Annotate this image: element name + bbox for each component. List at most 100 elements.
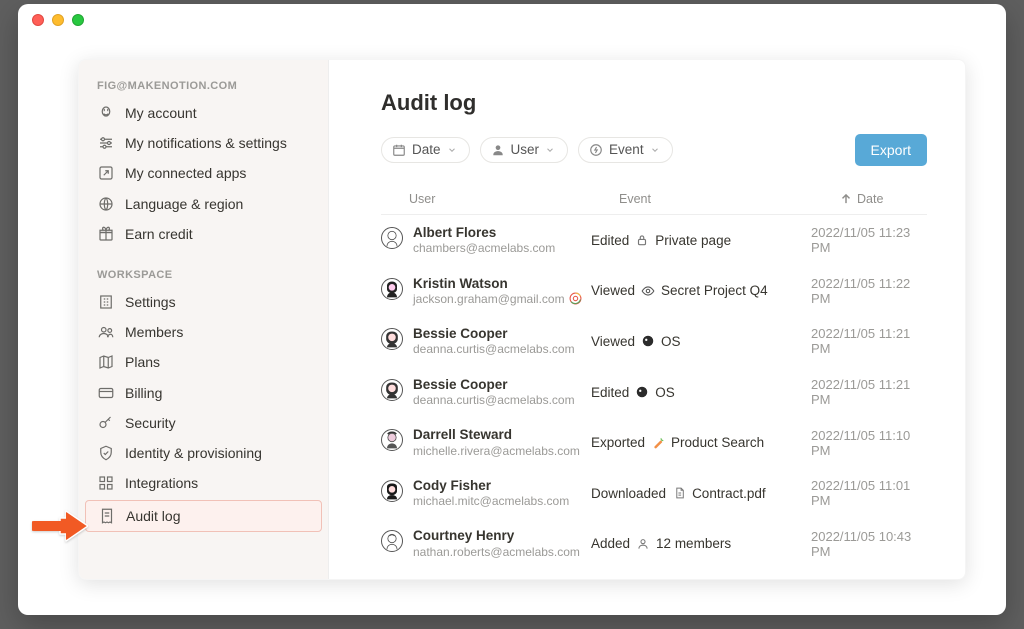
blackdot-icon xyxy=(641,334,655,348)
content: Audit log Date User Event xyxy=(329,60,965,579)
user-email: nathan.roberts@acmelabs.com xyxy=(413,545,580,559)
chevron-down-icon xyxy=(650,145,660,155)
event-verb: Added xyxy=(591,536,630,551)
calendar-icon xyxy=(392,143,406,157)
user-name: Bessie Cooper xyxy=(413,326,575,342)
lightning-icon xyxy=(589,143,603,157)
event-cell: Edited OS xyxy=(591,385,811,400)
event-target: 12 members xyxy=(656,536,731,551)
people-icon xyxy=(97,323,115,341)
user-email: michael.mitc@acmelabs.com xyxy=(413,494,569,508)
callout-arrow xyxy=(32,508,88,544)
table-body: Albert Flores chambers@acmelabs.com Edit… xyxy=(381,215,927,569)
sidebar-item-label: Settings xyxy=(125,293,176,311)
filter-event[interactable]: Event xyxy=(578,137,673,163)
sidebar-item-label: My connected apps xyxy=(125,164,246,182)
table-row[interactable]: Courtney Henry nathan.roberts@acmelabs.c… xyxy=(381,518,927,569)
table-row[interactable]: Kristin Watson jackson.graham@gmail.com … xyxy=(381,266,927,317)
sidebar-item-label: Members xyxy=(125,323,183,341)
card-icon xyxy=(97,384,115,402)
event-cell: Downloaded Contract.pdf xyxy=(591,486,811,501)
avatar xyxy=(381,328,403,350)
user-name: Courtney Henry xyxy=(413,528,580,544)
zoom-dot[interactable] xyxy=(72,14,84,26)
table-header: User Event Date xyxy=(381,186,927,215)
date-cell: 2022/11/05 11:10 PM xyxy=(811,428,927,458)
user-cell: Kristin Watson jackson.graham@gmail.com xyxy=(381,276,591,307)
sidebar-item-members[interactable]: Members xyxy=(79,317,328,347)
sidebar-item-billing[interactable]: Billing xyxy=(79,378,328,408)
map-icon xyxy=(97,353,115,371)
user-cell: Courtney Henry nathan.roberts@acmelabs.c… xyxy=(381,528,591,559)
sidebar: FIG@MAKENOTION.COMMy account My notificat… xyxy=(79,60,329,579)
close-dot[interactable] xyxy=(32,14,44,26)
eye-icon xyxy=(641,284,655,298)
chevron-down-icon xyxy=(545,145,555,155)
event-cell: Viewed Secret Project Q4 xyxy=(591,283,811,298)
event-target: Contract.pdf xyxy=(692,486,766,501)
sidebar-item-identity-provisioning[interactable]: Identity & provisioning xyxy=(79,438,328,468)
user-icon xyxy=(491,143,505,157)
table-row[interactable]: Bessie Cooper deanna.curtis@acmelabs.com… xyxy=(381,316,927,367)
user-cell: Bessie Cooper deanna.curtis@acmelabs.com xyxy=(381,377,591,408)
sidebar-item-label: Language & region xyxy=(125,195,243,213)
event-cell: Exported Product Search xyxy=(591,435,811,450)
sidebar-item-label: My notifications & settings xyxy=(125,134,287,152)
file-icon xyxy=(672,486,686,500)
table-row[interactable]: Bessie Cooper deanna.curtis@acmelabs.com… xyxy=(381,367,927,418)
sidebar-item-my-notifications-settings[interactable]: My notifications & settings xyxy=(79,128,328,158)
sidebar-item-label: Integrations xyxy=(125,474,198,492)
event-target: Product Search xyxy=(671,435,764,450)
filter-user-label: User xyxy=(511,143,540,157)
toolbar: Date User Event Export xyxy=(381,134,927,166)
event-target: OS xyxy=(661,334,681,349)
section-title: WORKSPACE xyxy=(79,261,328,287)
filter-date-label: Date xyxy=(412,143,441,157)
table-row[interactable]: Cody Fisher michael.mitc@acmelabs.com Do… xyxy=(381,468,927,519)
filter-date[interactable]: Date xyxy=(381,137,470,163)
filter-user[interactable]: User xyxy=(480,137,569,163)
column-event[interactable]: Event xyxy=(619,192,839,206)
user-email: deanna.curtis@acmelabs.com xyxy=(413,342,575,356)
user-email: michelle.rivera@acmelabs.com xyxy=(413,444,580,458)
sidebar-item-label: Billing xyxy=(125,384,162,402)
avatar xyxy=(381,379,403,401)
table-row[interactable]: Darrell Steward michelle.rivera@acmelabs… xyxy=(381,417,927,468)
carrot-icon xyxy=(651,436,665,450)
section-title: FIG@MAKENOTION.COM xyxy=(79,72,328,98)
gift-icon xyxy=(97,225,115,243)
sidebar-item-plans[interactable]: Plans xyxy=(79,347,328,377)
sidebar-item-settings[interactable]: Settings xyxy=(79,287,328,317)
column-date[interactable]: Date xyxy=(839,192,927,206)
date-cell: 2022/11/05 10:43 PM xyxy=(811,529,927,559)
date-cell: 2022/11/05 11:01 PM xyxy=(811,478,927,508)
sidebar-item-integrations[interactable]: Integrations xyxy=(79,468,328,498)
sidebar-item-language-region[interactable]: Language & region xyxy=(79,189,328,219)
sidebar-item-earn-credit[interactable]: Earn credit xyxy=(79,219,328,249)
page-title: Audit log xyxy=(381,90,927,116)
export-button[interactable]: Export xyxy=(855,134,927,166)
event-target: Secret Project Q4 xyxy=(661,283,768,298)
user-email: jackson.graham@gmail.com xyxy=(413,292,583,306)
fig-icon xyxy=(97,104,115,122)
user-name: Bessie Cooper xyxy=(413,377,575,393)
sidebar-item-label: Identity & provisioning xyxy=(125,444,262,462)
shield-icon xyxy=(97,444,115,462)
user-cell: Cody Fisher michael.mitc@acmelabs.com xyxy=(381,478,591,509)
event-verb: Viewed xyxy=(591,334,635,349)
sidebar-item-audit-log[interactable]: Audit log xyxy=(85,500,322,532)
user-cell: Darrell Steward michelle.rivera@acmelabs… xyxy=(381,427,591,458)
date-cell: 2022/11/05 11:23 PM xyxy=(811,225,927,255)
sidebar-item-my-connected-apps[interactable]: My connected apps xyxy=(79,158,328,188)
event-verb: Viewed xyxy=(591,283,635,298)
sidebar-item-my-account[interactable]: My account xyxy=(79,98,328,128)
column-user[interactable]: User xyxy=(409,192,619,206)
lock-icon xyxy=(635,233,649,247)
external-icon xyxy=(97,164,115,182)
filter-event-label: Event xyxy=(609,143,644,157)
user-name: Kristin Watson xyxy=(413,276,583,292)
minimize-dot[interactable] xyxy=(52,14,64,26)
blackdot-icon xyxy=(635,385,649,399)
table-row[interactable]: Albert Flores chambers@acmelabs.com Edit… xyxy=(381,215,927,266)
sidebar-item-security[interactable]: Security xyxy=(79,408,328,438)
